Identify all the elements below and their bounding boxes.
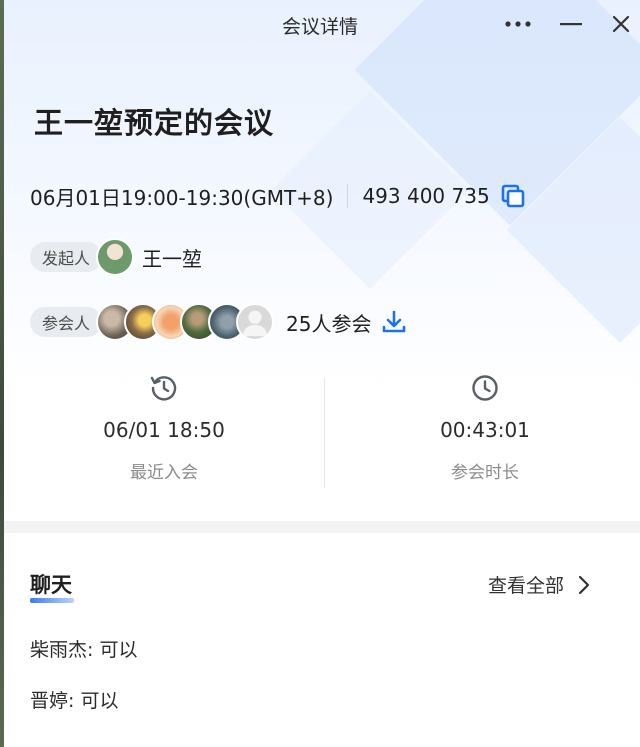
default-avatar [236, 303, 275, 341]
more-icon [505, 21, 531, 27]
duration-value: 00:43:01 [440, 418, 530, 442]
chevron-right-icon [578, 575, 590, 594]
close-icon [612, 15, 630, 33]
participants-count: 25人参会 [286, 311, 372, 336]
view-all-chat-button[interactable]: 查看全部 [488, 571, 590, 598]
minimize-icon [560, 23, 582, 26]
duration-stat: 00:43:01 参会时长 [325, 372, 640, 483]
meeting-id: 493 400 735 [362, 184, 490, 208]
meeting-time: 06月01日19:00-19:30(GMT+8) [30, 185, 334, 210]
participant-avatars[interactable] [96, 303, 275, 341]
chat-message: 晋婷: 可以 [30, 690, 119, 712]
copy-icon [501, 184, 525, 208]
section-separator [0, 521, 640, 533]
chat-title: 聊天 [30, 573, 72, 597]
divider [347, 184, 349, 208]
history-icon [150, 376, 177, 401]
recent-join-stat: 06/01 18:50 最近入会 [4, 372, 324, 483]
organizer-tag: 发起人 [30, 242, 103, 272]
close-button[interactable] [603, 8, 639, 40]
meeting-details-window: 会议详情 王一堃预定的会议 06月01日19:00-19:30(GMT+8) 4… [0, 0, 640, 747]
view-all-label: 查看全部 [488, 575, 565, 597]
more-options-button[interactable] [500, 8, 536, 40]
recent-join-label: 最近入会 [130, 463, 198, 483]
user-icon [242, 310, 268, 337]
participants-row: 参会人 25人参会 [30, 303, 407, 341]
minimize-button[interactable] [553, 8, 589, 40]
background-edge [0, 0, 4, 747]
chat-message: 柴雨杰: 可以 [30, 639, 138, 661]
recent-join-value: 06/01 18:50 [103, 418, 225, 442]
window-title: 会议详情 [281, 16, 358, 38]
clock-icon [472, 375, 498, 401]
meeting-time-row: 06月01日19:00-19:30(GMT+8) 493 400 735 [30, 181, 526, 211]
download-icon [383, 310, 406, 333]
chat-header: 聊天 查看全部 [0, 565, 640, 605]
organizer-avatar[interactable] [96, 238, 135, 276]
meeting-stats: 06/01 18:50 最近入会 00:43:01 参会时长 [0, 372, 640, 492]
copy-meeting-id-button[interactable] [500, 183, 526, 209]
participants-tag: 参会人 [30, 307, 103, 337]
download-participants-button[interactable] [381, 309, 407, 335]
organizer-row: 发起人 王一堃 [30, 238, 203, 276]
organizer-name: 王一堃 [142, 246, 203, 271]
title-bar: 会议详情 [0, 0, 640, 48]
meeting-title: 王一堃预定的会议 [34, 106, 275, 140]
duration-label: 参会时长 [451, 463, 519, 483]
